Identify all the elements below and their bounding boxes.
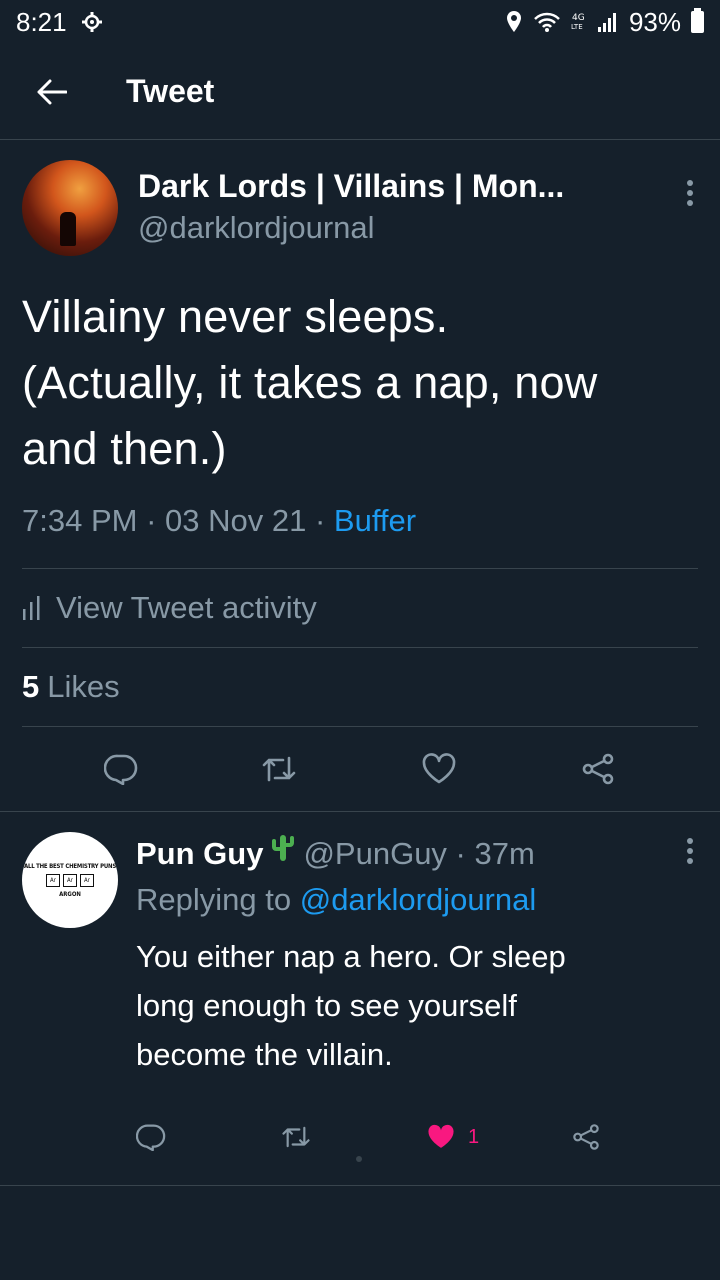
reply-icon: [136, 1124, 166, 1151]
svg-text:LTE: LTE: [571, 23, 583, 31]
avatar-caption-bottom: ARGON: [59, 890, 81, 898]
location-icon: [505, 10, 523, 34]
tweet-time[interactable]: 7:34 PM: [22, 503, 137, 538]
reply-actions: 1: [136, 1097, 716, 1177]
tweet-text: Villainy never sleeps. (Actually, it tak…: [22, 284, 698, 482]
reply-button[interactable]: [136, 1123, 281, 1151]
replying-to: Replying to @darklordjournal: [136, 876, 716, 924]
loading-indicator: [356, 1156, 362, 1162]
replying-to-mention[interactable]: @darklordjournal: [300, 882, 537, 917]
status-bar: 8:21 4G LTE 93%: [0, 0, 720, 44]
cactus-icon: [271, 832, 295, 876]
tweet-source-link[interactable]: Buffer: [334, 503, 416, 538]
avatar-element-box: Ar: [63, 873, 77, 887]
retweet-icon: [282, 1126, 310, 1148]
main-tweet: Dark Lords | Villains | Mon... @darklord…: [0, 140, 720, 811]
top-bar: Tweet: [0, 44, 720, 140]
avatar-caption-top: ALL THE BEST CHEMISTRY PUNS: [23, 862, 117, 870]
battery-icon: [691, 8, 704, 33]
tweet-date[interactable]: 03 Nov 21: [165, 503, 306, 538]
meta-separator: ·: [314, 503, 334, 538]
signal-icon: [597, 11, 619, 33]
reply-icon: [103, 754, 138, 785]
view-activity-label: View Tweet activity: [56, 590, 317, 625]
battery-percent: 93%: [628, 6, 681, 37]
reply-display-name[interactable]: Pun Guy: [136, 832, 263, 876]
meta-separator: ·: [146, 503, 166, 538]
avatar-element-box: Ar: [46, 873, 60, 887]
more-vertical-icon: [687, 838, 693, 864]
settings-icon: [81, 11, 103, 33]
avatar[interactable]: [22, 160, 118, 256]
tweet-text-line: (Actually, it takes a nap, now: [22, 357, 598, 408]
reply-tweet[interactable]: ALL THE BEST CHEMISTRY PUNS Ar Ar Ar ARG…: [0, 812, 720, 1177]
bar-chart-icon: [23, 596, 40, 620]
page-title: Tweet: [126, 73, 215, 109]
likes-summary[interactable]: 5 Likes: [22, 648, 698, 726]
svg-text:4G: 4G: [572, 13, 585, 23]
reply-text-line: become the villain.: [136, 1037, 393, 1072]
tweet-actions: [22, 727, 698, 811]
replying-prefix: Replying to: [136, 882, 292, 917]
status-time: 8:21: [16, 6, 67, 37]
view-activity-button[interactable]: View Tweet activity: [22, 569, 698, 647]
likes-count: 5: [22, 669, 40, 704]
heart-icon: [422, 753, 456, 784]
tweet-text-line: and then.): [22, 423, 227, 474]
share-icon: [573, 1124, 599, 1150]
tweet-meta: 7:34 PM · 03 Nov 21 · Buffer: [22, 496, 698, 546]
avatar-element-box: Ar: [80, 873, 94, 887]
retweet-button[interactable]: [261, 754, 297, 784]
back-arrow-icon: [37, 79, 67, 104]
like-button[interactable]: 1: [426, 1123, 571, 1151]
reply-age: 37m: [474, 836, 535, 871]
author-handle[interactable]: @darklordjournal: [138, 206, 564, 250]
likes-label: Likes: [47, 669, 120, 704]
wifi-icon: [533, 11, 561, 33]
like-button[interactable]: [421, 753, 457, 785]
reply-text-line: long enough to see yourself: [136, 988, 517, 1023]
more-options-button[interactable]: [686, 838, 694, 869]
more-options-button[interactable]: [686, 180, 694, 211]
heart-filled-icon: [428, 1124, 454, 1148]
reply-handle[interactable]: @PunGuy: [303, 832, 446, 876]
divider: [0, 1185, 720, 1186]
tweet-text-line: Villainy never sleeps.: [22, 291, 449, 342]
retweet-icon: [262, 756, 296, 782]
share-icon: [582, 753, 614, 785]
share-button[interactable]: [580, 753, 616, 785]
network-4g-icon: 4G LTE: [571, 10, 587, 34]
reply-button[interactable]: [103, 753, 138, 785]
reply-text-line: You either nap a hero. Or sleep: [136, 939, 566, 974]
retweet-button[interactable]: [281, 1124, 426, 1150]
more-vertical-icon: [687, 180, 693, 206]
share-button[interactable]: [571, 1123, 716, 1151]
reply-avatar[interactable]: ALL THE BEST CHEMISTRY PUNS Ar Ar Ar ARG…: [22, 832, 118, 928]
like-count: 1: [468, 1125, 480, 1148]
meta-separator: ·: [446, 836, 475, 871]
reply-text: You either nap a hero. Or sleep long eno…: [136, 932, 716, 1079]
author-display-name[interactable]: Dark Lords | Villains | Mon...: [138, 166, 564, 206]
back-button[interactable]: [32, 72, 72, 112]
